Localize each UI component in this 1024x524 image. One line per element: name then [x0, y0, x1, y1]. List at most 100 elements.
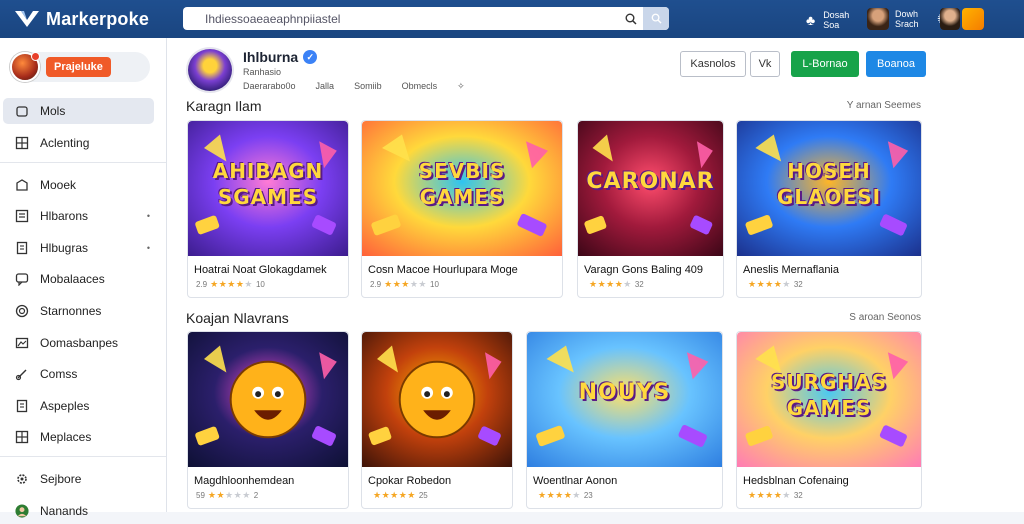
- game-title[interactable]: Magdhloonhemdean: [194, 475, 344, 487]
- rating-count: 2: [253, 491, 259, 500]
- game-rating: 59 ★★★★★ 2: [196, 490, 258, 501]
- star-rating-icon: ★★★★★: [210, 279, 253, 289]
- sidebar-item-label: Starnonnes: [40, 303, 102, 318]
- small-outline-button[interactable]: Vk: [750, 51, 780, 77]
- sidebar-item-9[interactable]: Comss: [3, 361, 154, 387]
- game-card[interactable]: SURGHAS GAMES Hedsblnan Cofenaing ★★★★★ 32: [736, 331, 922, 509]
- rating-count: 25: [418, 491, 428, 500]
- app-logo[interactable]: Markerpoke: [14, 9, 184, 30]
- settings-icon[interactable]: ✧: [457, 81, 465, 92]
- sidebar-item-label: Hlbugras: [40, 240, 89, 255]
- rating-count: 32: [793, 491, 803, 500]
- game-card[interactable]: Magdhloonhemdean 59 ★★★★★ 2: [187, 331, 349, 509]
- link-icon: [15, 367, 29, 381]
- sidebar-item-label: Oomasbanpes: [40, 335, 119, 350]
- avatar: [867, 8, 889, 30]
- top-user-name: Dowh: [895, 9, 919, 19]
- game-rating: ★★★★★ 32: [745, 490, 803, 501]
- see-all-link[interactable]: Y arnan Seemes: [847, 100, 921, 111]
- sidebar-divider: [0, 456, 166, 458]
- sidebar-item-11[interactable]: Meplaces: [3, 424, 154, 450]
- rating-count: 32: [634, 280, 644, 289]
- game-rating: ★★★★★ 32: [586, 279, 644, 290]
- expand-caret-icon[interactable]: •: [147, 243, 150, 253]
- game-card[interactable]: Cpokar Robedon ★★★★★ 25: [361, 331, 513, 509]
- game-thumbnail[interactable]: CARONAR: [578, 121, 723, 256]
- see-all-link[interactable]: S aroan Seonos: [849, 312, 921, 323]
- sidebar-item-label: Comss: [40, 367, 78, 382]
- rating-count: 10: [255, 280, 265, 289]
- game-title[interactable]: Varagn Gons Baling 409: [584, 264, 723, 276]
- game-thumbnail[interactable]: [188, 332, 348, 467]
- star-rating-icon: ★★★★★: [384, 279, 427, 289]
- expand-caret-icon[interactable]: •: [147, 211, 150, 221]
- channel-logo[interactable]: [186, 47, 234, 93]
- chat-icon: [15, 272, 29, 287]
- sidebar-item-10[interactable]: Aspeples: [3, 393, 154, 419]
- grid-icon: [15, 136, 29, 150]
- game-thumbnail[interactable]: HOSEH GLAOESI: [737, 121, 921, 256]
- sidebar-item-2[interactable]: Aclenting: [3, 130, 154, 156]
- game-thumbnail[interactable]: AHIBAGN SGAMES: [188, 121, 348, 256]
- sidebar-item-label: Meplaces: [40, 430, 92, 445]
- green-button[interactable]: L-Bornao: [791, 51, 859, 77]
- game-thumbnail[interactable]: NOUYS: [527, 332, 722, 467]
- blue-button[interactable]: Boanoa: [866, 51, 926, 77]
- thumbnail-title: GAMES: [786, 396, 872, 420]
- sidebar-item-7[interactable]: Starnonnes: [3, 298, 154, 324]
- sidebar-item-5[interactable]: Hlbugras •: [3, 235, 154, 261]
- top-user-1[interactable]: ♣ Dosah Soa: [806, 10, 849, 30]
- game-rating: 2.9 ★★★★★ 10: [370, 279, 439, 290]
- sidebar-item-6[interactable]: Mobalaaces: [3, 266, 154, 292]
- sidebar-item-13[interactable]: Nanands: [3, 498, 154, 524]
- star-rating-icon: ★★★★★: [589, 279, 632, 289]
- avatar-icon: [15, 504, 29, 518]
- search-button[interactable]: [643, 7, 669, 30]
- avatar[interactable]: [940, 8, 960, 30]
- outline-button[interactable]: Kasnolos: [680, 51, 746, 77]
- sidebar-item-4[interactable]: Hlbarons •: [3, 203, 154, 229]
- sidebar-item-label: Mobalaaces: [40, 272, 105, 287]
- top-user-sub: Soa: [823, 20, 840, 30]
- top-user-2[interactable]: Dowh Srach: [867, 8, 919, 30]
- logo-icon: [15, 11, 39, 27]
- game-card[interactable]: AHIBAGN SGAMES Hoatrai Noat Glokagdamek 2.9…: [187, 120, 349, 298]
- sidebar-item-label: Mols: [40, 104, 66, 118]
- star-rating-icon: ★★★★★: [748, 279, 791, 289]
- rating-count: 23: [583, 491, 593, 500]
- profile-chip[interactable]: Prajeluke: [10, 52, 150, 82]
- sidebar-item-1[interactable]: Mols: [3, 98, 154, 124]
- thumbnail-title: NOUYS: [578, 380, 671, 405]
- game-thumbnail[interactable]: SEVBIS GAMES: [362, 121, 562, 256]
- game-title[interactable]: Aneslis Mernaflania: [743, 264, 893, 276]
- game-rating: ★★★★★ 23: [535, 490, 593, 501]
- game-thumbnail[interactable]: [362, 332, 512, 467]
- notification-dot: [31, 52, 40, 61]
- star-rating-icon: ★★★★★: [748, 490, 791, 500]
- rating-count: 32: [793, 280, 803, 289]
- sidebar-item-3[interactable]: Mooek: [3, 172, 154, 198]
- game-title[interactable]: Woentlnar Aonon: [533, 475, 683, 487]
- rating-value: 2.9: [196, 280, 208, 289]
- sidebar-divider: [0, 161, 166, 163]
- thumbnail-title: SURGHAS: [770, 370, 888, 394]
- top-bar: Markerpoke ♣ Dosah Soa Dowh Srach ✺: [0, 0, 1024, 38]
- game-card[interactable]: CARONAR Varagn Gons Baling 409 ★★★★★ 32: [577, 120, 724, 298]
- game-title[interactable]: Hedsblnan Cofenaing: [743, 475, 893, 487]
- profile-label: Prajeluke: [46, 57, 111, 77]
- game-title[interactable]: Cosn Macoe Hourlupara Moges: [368, 264, 518, 276]
- search-input[interactable]: [183, 7, 619, 30]
- game-title[interactable]: Cpokar Robedon: [368, 475, 512, 487]
- channel-name-text: Ihlburna: [243, 49, 299, 65]
- search-icon[interactable]: [619, 7, 643, 30]
- sidebar-item-12[interactable]: Sejbore: [3, 466, 154, 492]
- sidebar-item-8[interactable]: Oomasbanpes: [3, 330, 154, 356]
- app-tile-icon[interactable]: [962, 8, 984, 30]
- game-thumbnail[interactable]: SURGHAS GAMES: [737, 332, 921, 467]
- game-title[interactable]: Hoatrai Noat Glokagdamek: [194, 264, 344, 276]
- channel-header: Ihlburna ✓ Ranhasio Daerarabo0o Jalla So…: [186, 47, 485, 93]
- thumbnail-title: HOSEH: [787, 159, 871, 183]
- game-card[interactable]: SEVBIS GAMES Cosn Macoe Hourlupara Moges 2.…: [361, 120, 563, 298]
- game-card[interactable]: NOUYS Woentlnar Aonon ★★★★★ 23: [526, 331, 723, 509]
- game-card[interactable]: HOSEH GLAOESI Aneslis Mernaflania ★★★★★ 32: [736, 120, 922, 298]
